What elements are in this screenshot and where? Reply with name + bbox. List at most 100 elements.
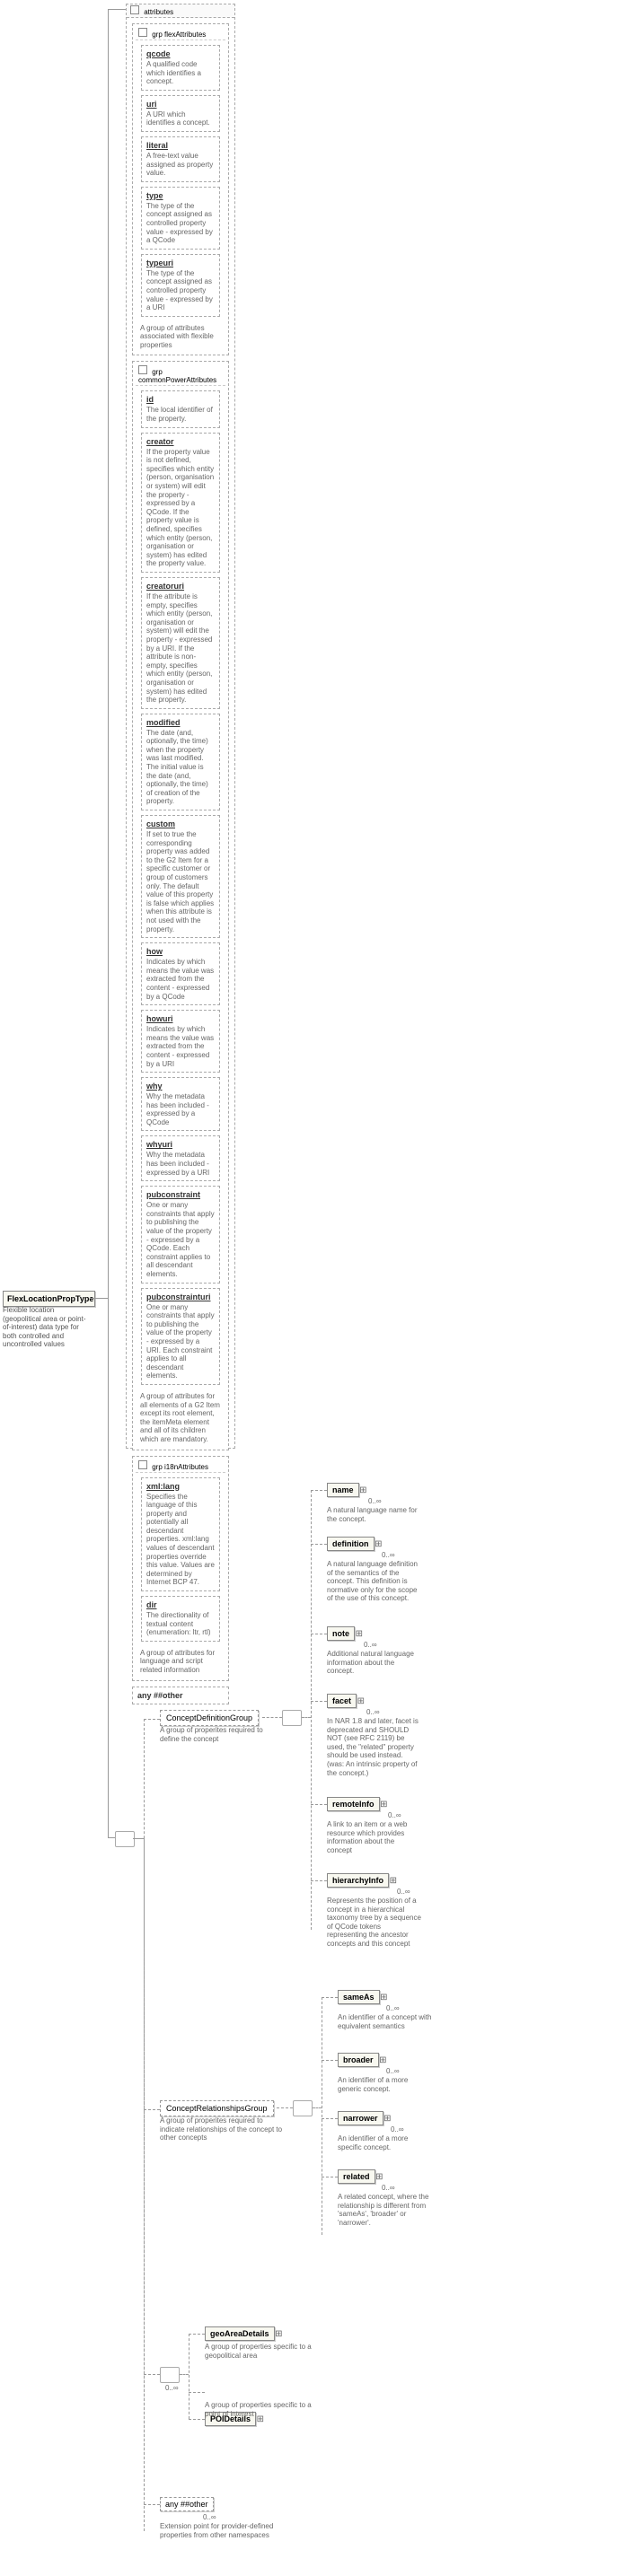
cardinality: 0..∞: [368, 1497, 382, 1505]
element-label: geoAreaDetails: [210, 2329, 269, 2338]
any-other-label: any ##other: [165, 2500, 208, 2509]
element-note: note: [327, 1626, 355, 1641]
connector-line: [189, 2334, 205, 2335]
attribute-name: how: [146, 947, 215, 956]
connector-line: [322, 2060, 338, 2061]
element-broader: broader: [338, 2053, 379, 2067]
attribute-desc: The directionality of textual content (e…: [146, 1611, 215, 1637]
attribute-desc: Why the metadata has been included - exp…: [146, 1092, 215, 1126]
element-remoteinfo: remoteInfo: [327, 1797, 380, 1811]
concept-definition-group-desc: A group of properites required to define…: [160, 1726, 277, 1743]
connector-line: [108, 1837, 115, 1838]
group-header-label: grp commonPowerAttributes: [138, 368, 216, 384]
attribute-desc: The type of the concept assigned as cont…: [146, 269, 215, 312]
attribute-name: creator: [146, 437, 215, 446]
attribute-name: xml:lang: [146, 1482, 215, 1491]
element-name: name: [327, 1483, 359, 1497]
group-label: ConceptRelationshipsGroup: [166, 2104, 268, 2113]
attribute-dir: dirThe directionality of textual content…: [141, 1596, 220, 1642]
group-footer-desc: A group of attributes for language and s…: [136, 1646, 225, 1678]
attribute-desc: If the property value is not defined, sp…: [146, 448, 215, 568]
attribute-name: id: [146, 395, 215, 404]
element-label: note: [332, 1629, 349, 1638]
attribute-name: uri: [146, 100, 215, 109]
group-footer-desc: A group of attributes associated with fl…: [136, 321, 225, 353]
cardinality: 0..∞: [391, 2125, 404, 2134]
cardinality: 0..∞: [364, 1641, 377, 1649]
attribute-desc: One or many constraints that apply to pu…: [146, 1303, 215, 1380]
group-header-label: grp i18nAttributes: [152, 1463, 208, 1471]
attribute-name: pubconstraint: [146, 1190, 215, 1199]
attribute-how: howIndicates by which means the value wa…: [141, 942, 220, 1005]
attribute-name: why: [146, 1082, 215, 1091]
sequence-connector: [293, 2100, 313, 2116]
attribute-desc: Specifies the language of this property …: [146, 1493, 215, 1588]
attribute-pubconstraint: pubconstraintOne or many constraints tha…: [141, 1186, 220, 1283]
group-header: grp i18nAttributes: [136, 1459, 225, 1473]
cardinality: 0..∞: [382, 1551, 395, 1559]
connector-line: [311, 1701, 327, 1702]
connector-line: [262, 1717, 282, 1718]
attribute-desc: Why the metadata has been included - exp…: [146, 1151, 215, 1177]
element-desc: A group of properties specific to a poin…: [205, 2401, 322, 2418]
element-label: remoteInfo: [332, 1800, 375, 1809]
cardinality: 0..∞: [366, 1708, 380, 1716]
attribute-qcode: qcodeA qualified code which identifies a…: [141, 45, 220, 91]
element-label: broader: [343, 2055, 374, 2064]
element-hierarchyinfo: hierarchyInfo: [327, 1873, 389, 1888]
attributes-container: attributes grp flexAttributes qcodeA qua…: [126, 4, 235, 1449]
attribute-name: literal: [146, 141, 215, 150]
element-geoareadetails: geoAreaDetails: [205, 2326, 275, 2341]
sequence-connector: [115, 1831, 135, 1847]
cardinality: 0..∞: [203, 2513, 216, 2521]
connector-line: [144, 2109, 160, 2110]
connector-line: [311, 1880, 327, 1881]
connector-line: [189, 2419, 205, 2420]
connector-line: [144, 1719, 160, 1720]
connector-line: [189, 2334, 190, 2419]
group-footer-desc: A group of attributes for all elements o…: [136, 1389, 225, 1447]
root-type-name: FlexLocationPropType: [7, 1294, 93, 1303]
group-header-label: grp flexAttributes: [152, 31, 206, 39]
cardinality: 0..∞: [397, 1888, 410, 1896]
connector-line: [144, 1838, 145, 2504]
element-narrower: narrower: [338, 2111, 383, 2125]
cardinality: 0..∞: [386, 2067, 400, 2075]
attribute-custom: custom If set to true the corresponding p…: [141, 815, 220, 938]
connector-line: [311, 1490, 327, 1491]
attribute-name: creatoruri: [146, 582, 215, 591]
attribute-desc: The type of the concept assigned as cont…: [146, 202, 215, 245]
connector-line: [108, 1298, 109, 1838]
element-desc: Additional natural language information …: [327, 1650, 421, 1676]
element-desc: A related concept, where the relationshi…: [338, 2193, 432, 2227]
attribute-creatoruri: creatoruriIf the attribute is empty, spe…: [141, 577, 220, 709]
concept-relationships-group-desc: A group of properites required to indica…: [160, 2116, 286, 2142]
element-desc: A natural language definition of the sem…: [327, 1560, 421, 1603]
element-label: hierarchyInfo: [332, 1876, 383, 1885]
attributes-label: attributes: [144, 8, 173, 16]
element-definition: definition: [327, 1537, 375, 1551]
attribute-desc: If set to true the corresponding propert…: [146, 830, 215, 933]
element-desc: An identifier of a more generic concept.: [338, 2076, 432, 2093]
attribute-desc: A URI which identifies a concept.: [146, 110, 215, 127]
attribute-modified: modifiedThe date (and, optionally, the t…: [141, 714, 220, 810]
connector-line: [311, 1544, 327, 1545]
cardinality: 0..∞: [382, 2184, 395, 2192]
attribute-desc: A qualified code which identifies a conc…: [146, 60, 215, 86]
element-desc: An identifier of a concept with equivale…: [338, 2013, 432, 2030]
attribute-pubconstrainturi: pubconstrainturiOne or many constraints …: [141, 1288, 220, 1385]
connector-line: [313, 2107, 322, 2108]
element-facet: facet: [327, 1694, 357, 1708]
root-type-box: FlexLocationPropType: [3, 1291, 95, 1307]
choice-connector: [160, 2367, 180, 2383]
flex-attributes-group: grp flexAttributes qcodeA qualified code…: [132, 23, 229, 355]
attribute-xmllang: xml:lang Specifies the language of this p…: [141, 1477, 220, 1592]
attribute-typeuri: typeuriThe type of the concept assigned …: [141, 254, 220, 317]
element-desc: A group of properties specific to a geop…: [205, 2343, 322, 2360]
attribute-name: custom: [146, 819, 215, 828]
connector-line: [144, 2374, 160, 2375]
connector-line: [322, 2118, 338, 2119]
connector-line: [108, 9, 126, 10]
element-related: related: [338, 2169, 375, 2184]
any-other-label: any ##other: [137, 1691, 183, 1700]
